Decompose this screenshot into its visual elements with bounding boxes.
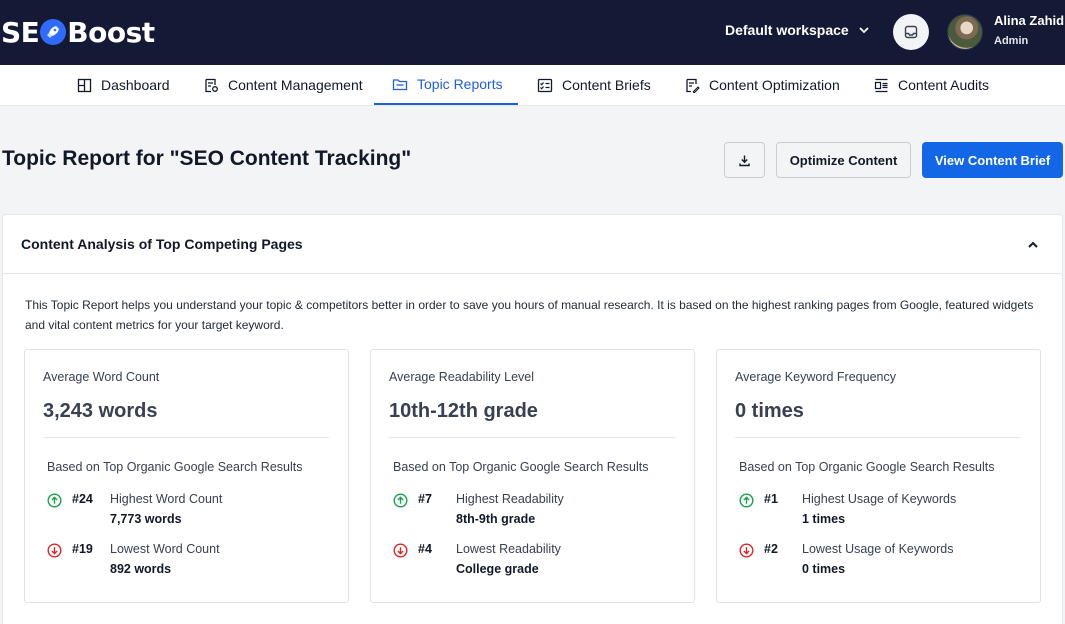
tab-topic-reports-label: Topic Reports xyxy=(417,76,503,92)
stat-rank: #7 xyxy=(418,492,432,506)
card-value: 3,243 words xyxy=(43,400,158,422)
logo-text-left: SE xyxy=(1,15,40,49)
arrow-down-circle-icon xyxy=(47,543,62,558)
arrow-up-circle-icon xyxy=(47,493,62,508)
checklist-icon xyxy=(537,78,553,92)
stat-rank: #1 xyxy=(764,492,778,506)
optimize-content-button[interactable]: Optimize Content xyxy=(776,142,911,178)
tab-content-optimization-label: Content Optimization xyxy=(709,77,840,93)
tab-content-optimization[interactable]: Content Optimization xyxy=(685,65,840,105)
document-edit-icon xyxy=(686,78,700,93)
tab-content-audits[interactable]: Content Audits xyxy=(874,65,989,105)
stat-value: 8th-9th grade xyxy=(456,512,536,526)
stat-value: 7,773 words xyxy=(110,512,182,526)
arrow-down-circle-icon xyxy=(739,543,754,558)
inbox-button[interactable] xyxy=(893,14,929,50)
stat-value: 1 times xyxy=(802,512,846,526)
stat-rank: #19 xyxy=(72,542,93,556)
card-basis: Based on Top Organic Google Search Resul… xyxy=(47,460,303,474)
stat-label: Lowest Usage of Keywords xyxy=(802,542,954,556)
main-nav: Dashboard Content Management Topic Repor… xyxy=(0,65,1065,106)
card-label: Average Word Count xyxy=(43,370,160,384)
arrow-up-circle-icon xyxy=(393,493,408,508)
stat-value: College grade xyxy=(456,562,539,576)
tab-content-management[interactable]: Content Management xyxy=(204,65,363,105)
card-divider xyxy=(43,437,329,438)
tab-content-management-label: Content Management xyxy=(228,77,363,93)
stat-label: Highest Usage of Keywords xyxy=(802,492,957,506)
stat-value: 892 words xyxy=(110,562,172,576)
inbox-icon xyxy=(904,25,918,39)
stat-label: Lowest Readability xyxy=(456,542,561,556)
collapse-button[interactable] xyxy=(1023,235,1043,255)
workspace-label: Default workspace xyxy=(725,22,849,38)
tab-topic-reports[interactable]: Topic Reports xyxy=(374,65,518,105)
stat-label: Highest Word Count xyxy=(110,492,223,506)
folder-icon xyxy=(392,78,408,90)
audit-list-icon xyxy=(874,78,888,92)
arrow-up-circle-icon xyxy=(739,493,754,508)
highest-stat: #1 Highest Usage of Keywords 1 times xyxy=(739,490,1029,530)
layout-grid-icon xyxy=(77,78,92,92)
word-count-card: Average Word Count 3,243 words Based on … xyxy=(24,349,349,603)
avatar[interactable] xyxy=(947,14,983,50)
page-title: Topic Report for "SEO Content Tracking" xyxy=(2,147,412,170)
stat-rank: #24 xyxy=(72,492,93,506)
workspace-selector[interactable]: Default workspace xyxy=(725,22,871,38)
stat-label: Highest Readability xyxy=(456,492,564,506)
card-value: 0 times xyxy=(735,400,804,422)
tab-dashboard-label: Dashboard xyxy=(101,77,170,93)
card-label: Average Readability Level xyxy=(389,370,535,384)
download-icon xyxy=(739,155,750,166)
user-name: Alina Zahid xyxy=(994,13,1065,28)
tab-content-audits-label: Content Audits xyxy=(898,77,990,93)
highest-stat: #7 Highest Readability 8th-9th grade xyxy=(393,490,683,530)
document-settings-icon xyxy=(205,78,218,92)
tab-content-briefs[interactable]: Content Briefs xyxy=(537,65,651,105)
chevron-up-icon xyxy=(1028,241,1038,248)
view-content-brief-button[interactable]: View Content Brief xyxy=(922,142,1063,178)
chevron-down-icon xyxy=(859,27,869,34)
card-basis: Based on Top Organic Google Search Resul… xyxy=(739,460,995,474)
stat-label: Lowest Word Count xyxy=(110,542,220,556)
arrow-down-circle-icon xyxy=(393,543,408,558)
user-role: Admin xyxy=(994,35,1029,47)
card-basis: Based on Top Organic Google Search Resul… xyxy=(393,460,649,474)
card-value: 10th-12th grade xyxy=(389,400,538,422)
card-label: Average Keyword Frequency xyxy=(735,370,896,384)
tab-dashboard[interactable]: Dashboard xyxy=(77,65,170,105)
rocket-icon xyxy=(40,19,67,45)
highest-stat: #24 Highest Word Count 7,773 words xyxy=(47,490,337,530)
stat-rank: #4 xyxy=(418,542,432,556)
keyword-frequency-card: Average Keyword Frequency 0 times Based … xyxy=(716,349,1041,603)
panel-title: Content Analysis of Top Competing Pages xyxy=(21,236,303,252)
tab-content-briefs-label: Content Briefs xyxy=(562,77,651,93)
top-bar: SE Boost Default workspace Alina Zahid A… xyxy=(0,0,1065,65)
lowest-stat: #19 Lowest Word Count 892 words xyxy=(47,540,337,580)
card-divider xyxy=(735,437,1021,438)
lowest-stat: #2 Lowest Usage of Keywords 0 times xyxy=(739,540,1029,580)
panel-intro: This Topic Report helps you understand y… xyxy=(25,298,1034,332)
download-button[interactable] xyxy=(724,142,765,178)
content-analysis-panel: Content Analysis of Top Competing Pages … xyxy=(2,214,1063,624)
logo[interactable]: SE Boost xyxy=(1,15,155,49)
panel-header[interactable]: Content Analysis of Top Competing Pages xyxy=(3,215,1062,274)
readability-card: Average Readability Level 10th-12th grad… xyxy=(370,349,695,603)
card-divider xyxy=(389,437,675,438)
logo-text-right: Boost xyxy=(67,15,155,49)
stat-rank: #2 xyxy=(764,542,778,556)
stat-value: 0 times xyxy=(802,562,846,576)
lowest-stat: #4 Lowest Readability College grade xyxy=(393,540,683,580)
